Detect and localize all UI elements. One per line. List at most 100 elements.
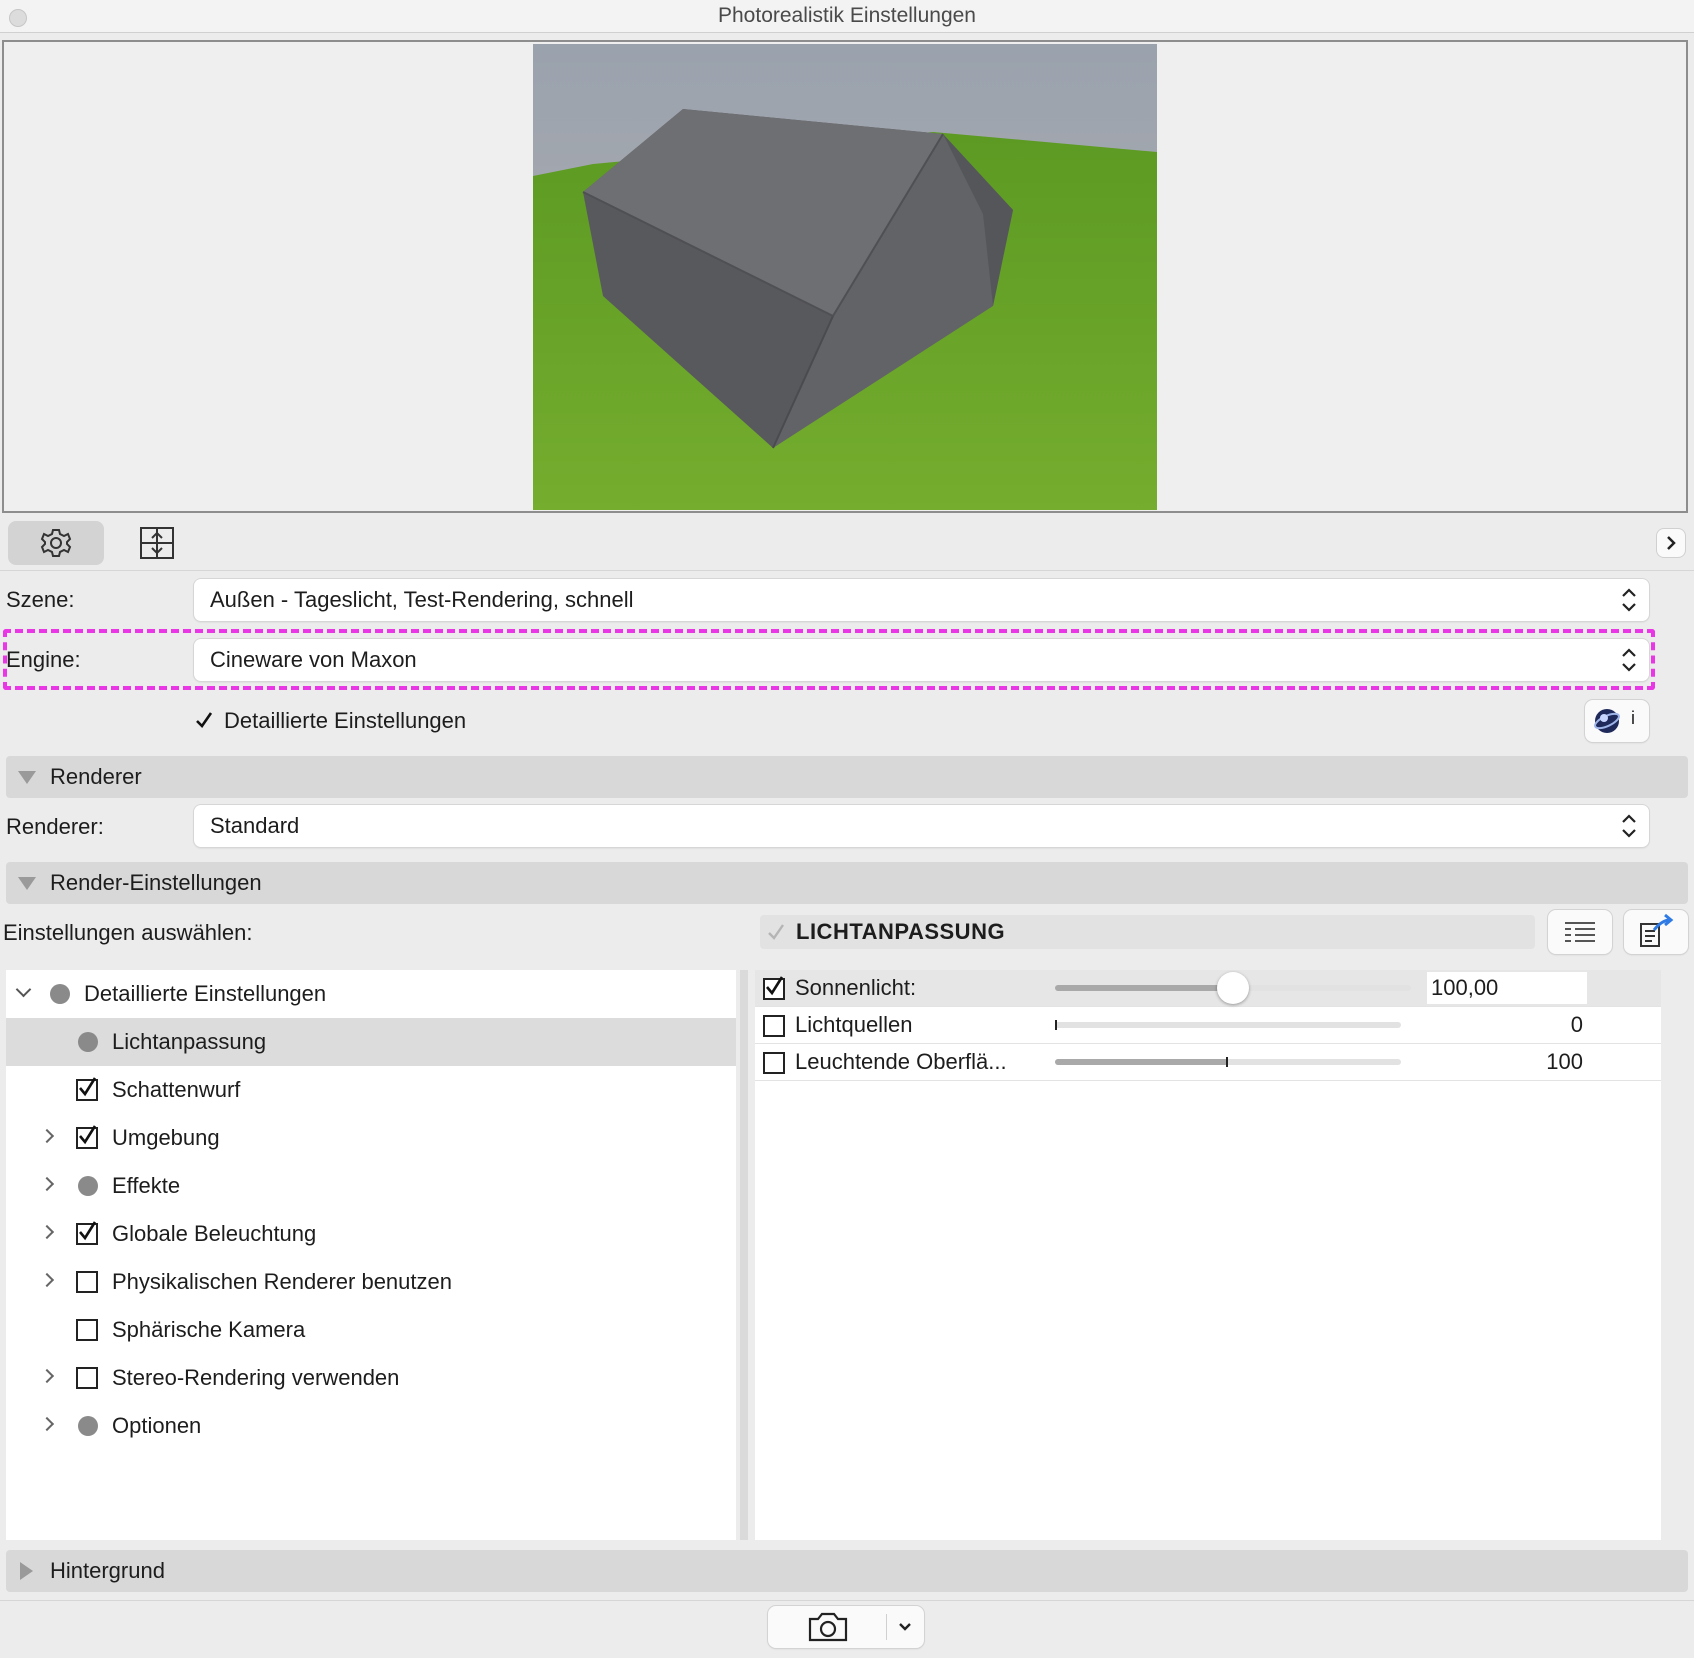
engine-select[interactable]: Cineware von Maxon <box>194 639 1649 681</box>
panel-header: LICHTANPASSUNG <box>760 915 1535 949</box>
param-checkbox[interactable] <box>763 976 785 1000</box>
chevron-right-icon[interactable] <box>39 1272 55 1288</box>
settings-tree: Detaillierte Einstellungen Lichtanpassun… <box>6 970 736 1540</box>
list-view-button[interactable] <box>1548 910 1612 954</box>
renderer-value: Standard <box>210 813 300 838</box>
frame-tab[interactable] <box>134 521 180 565</box>
tree-item-detailed-settings[interactable]: Detaillierte Einstellungen <box>6 970 736 1018</box>
render-options-dropdown[interactable] <box>887 1606 924 1648</box>
chevron-right-icon[interactable] <box>39 1128 55 1144</box>
checkmark-icon <box>196 712 213 729</box>
slider-marker[interactable] <box>1055 1020 1057 1030</box>
gear-icon <box>40 529 72 557</box>
render-settings-section-title: Render-Einstellungen <box>50 870 262 895</box>
scrollbar-track[interactable] <box>1661 970 1688 1540</box>
chevron-right-icon[interactable] <box>39 1224 55 1240</box>
param-checkbox[interactable] <box>763 1015 785 1037</box>
param-label: Leuchtende Oberflä... <box>795 1049 1007 1074</box>
cineware-logo-icon <box>1594 709 1620 733</box>
tree-item-lichtanpassung[interactable]: Lichtanpassung <box>6 1018 736 1066</box>
param-value: 100,00 <box>1431 975 1499 1000</box>
tree-item-schattenwurf[interactable]: Schattenwurf <box>6 1066 736 1114</box>
param-slider[interactable] <box>1055 1020 1401 1030</box>
panel-splitter[interactable] <box>740 970 748 1540</box>
render-split-button <box>768 1606 924 1648</box>
tree-item-label: Optionen <box>112 1413 202 1438</box>
detailed-settings-checkbox[interactable] <box>194 710 214 730</box>
cineware-info-button[interactable]: i <box>1585 700 1649 742</box>
background-section-title: Hintergrund <box>50 1558 165 1583</box>
tree-item-optionen[interactable]: Optionen <box>6 1402 736 1450</box>
panel-header-title: LICHTANPASSUNG <box>796 919 1006 944</box>
tree-checkbox[interactable] <box>76 1319 98 1341</box>
tree-item-stereo-rendering[interactable]: Stereo-Rendering verwenden <box>6 1354 736 1402</box>
tree-item-effekte[interactable]: Effekte <box>6 1162 736 1210</box>
tree-checkbox[interactable] <box>76 1077 98 1101</box>
collapse-triangle-icon <box>18 771 36 784</box>
camera-icon <box>808 1612 848 1642</box>
param-label: Lichtquellen <box>795 1012 913 1037</box>
param-slider[interactable] <box>1055 1057 1401 1067</box>
tree-checkbox[interactable] <box>76 1125 98 1149</box>
tree-checkbox[interactable] <box>76 1271 98 1293</box>
status-dot-icon <box>78 1416 98 1436</box>
tree-item-label: Umgebung <box>112 1125 220 1150</box>
settings-tab[interactable] <box>8 521 104 565</box>
frame-crop-icon <box>140 527 174 559</box>
checkmark-icon <box>79 1125 97 1145</box>
param-label: Sonnenlicht: <box>795 975 917 1000</box>
window-title: Photorealistik Einstellungen <box>718 4 976 27</box>
chevron-right-icon <box>1667 536 1676 550</box>
tree-item-umgebung[interactable]: Umgebung <box>6 1114 736 1162</box>
slider-fill <box>1055 1059 1228 1065</box>
param-value-field[interactable]: 100,00 <box>1427 972 1587 1004</box>
background-section-header[interactable]: Hintergrund <box>6 1550 1688 1592</box>
checkmark-icon <box>768 924 784 940</box>
chevron-right-icon[interactable] <box>39 1368 55 1384</box>
divider <box>0 1600 1694 1601</box>
renderer-label: Renderer: <box>6 814 104 839</box>
tree-item-sphaerische-kamera[interactable]: Sphärische Kamera <box>6 1306 736 1354</box>
chevron-down-icon <box>899 1623 911 1631</box>
parameters-panel: Sonnenlicht: 100,00 Lichtquellen 0 Leuch… <box>755 970 1661 1540</box>
slider-knob[interactable] <box>1217 972 1249 1004</box>
status-dot-icon <box>50 984 70 1004</box>
collapse-triangle-icon <box>18 877 36 890</box>
chevron-down-icon <box>15 981 32 998</box>
tree-checkbox[interactable] <box>76 1367 98 1389</box>
rendered-house-preview <box>533 44 1157 510</box>
tree-item-globale-beleuchtung[interactable]: Globale Beleuchtung <box>6 1210 736 1258</box>
export-button[interactable] <box>1624 910 1688 954</box>
param-row-sonnenlicht: Sonnenlicht: 100,00 <box>755 970 1661 1007</box>
list-view-icon <box>1565 922 1595 942</box>
tree-item-physikalischer-renderer[interactable]: Physikalischen Renderer benutzen <box>6 1258 736 1306</box>
tree-item-label: Lichtanpassung <box>112 1029 267 1054</box>
param-value: 0 <box>1570 1012 1583 1037</box>
expand-triangle-icon <box>20 1562 33 1580</box>
checkmark-icon <box>79 1077 97 1097</box>
tree-item-label: Detaillierte Einstellungen <box>84 981 327 1006</box>
tree-item-label: Globale Beleuchtung <box>112 1221 317 1246</box>
divider <box>0 570 1694 571</box>
renderer-section-header[interactable]: Renderer <box>6 756 1688 798</box>
slider-fill <box>1055 985 1233 991</box>
tree-checkbox[interactable] <box>76 1221 98 1245</box>
checkmark-icon <box>79 1221 97 1241</box>
render-settings-section-header[interactable]: Render-Einstellungen <box>6 862 1688 904</box>
scene-label: Szene: <box>6 587 75 612</box>
slider-marker[interactable] <box>1226 1057 1228 1067</box>
param-slider[interactable] <box>1055 972 1411 1004</box>
renderer-select[interactable]: Standard <box>194 805 1649 847</box>
engine-value: Cineware von Maxon <box>210 647 417 672</box>
render-button[interactable] <box>768 1606 886 1648</box>
chevron-right-icon[interactable] <box>39 1176 55 1192</box>
param-row-lichtquellen: Lichtquellen 0 <box>755 1007 1661 1044</box>
param-row-leuchtende-oberflaechen: Leuchtende Oberflä... 100 <box>755 1044 1661 1081</box>
status-dot-icon <box>78 1032 98 1052</box>
scene-select[interactable]: Außen - Tageslicht, Test-Rendering, schn… <box>194 579 1649 621</box>
param-value: 100 <box>1546 1049 1583 1074</box>
expand-panel-button[interactable] <box>1657 529 1685 557</box>
updown-arrows-icon <box>1622 814 1636 838</box>
chevron-right-icon[interactable] <box>39 1416 55 1432</box>
param-checkbox[interactable] <box>763 1052 785 1074</box>
